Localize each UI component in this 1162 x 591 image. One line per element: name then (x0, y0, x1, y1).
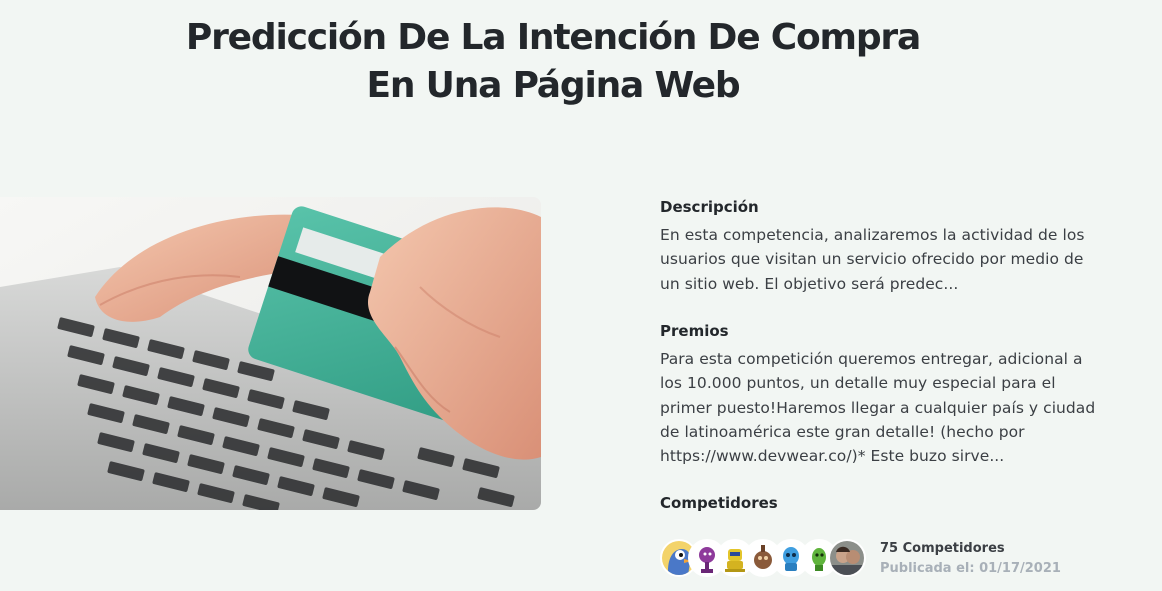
competition-title-line1: Predicción De La Intención De Compra (185, 17, 921, 58)
prizes-section: Premios Para esta competición queremos e… (660, 321, 1105, 468)
prizes-text: Para esta competición queremos entregar,… (660, 350, 1096, 466)
description-heading: Descripción (660, 198, 759, 216)
competition-title: Predicción De La Intención De Compra En … (0, 14, 1106, 110)
competitors-heading: Competidores (660, 494, 778, 512)
competitors-count: 75 Competidores (880, 541, 1005, 556)
competition-image (0, 197, 541, 510)
competitor-avatars[interactable] (660, 539, 870, 579)
description-text: En esta competencia, analizaremos la act… (660, 226, 1085, 293)
photo-avatar[interactable] (828, 539, 866, 577)
competition-title-line2: En Una Página Web (366, 65, 741, 106)
competitors-section: Competidores (660, 493, 1105, 513)
description-section: Descripción En esta competencia, analiza… (660, 197, 1105, 296)
published-date: Publicada el: 01/17/2021 (880, 561, 1061, 576)
prizes-heading: Premios (660, 322, 729, 340)
